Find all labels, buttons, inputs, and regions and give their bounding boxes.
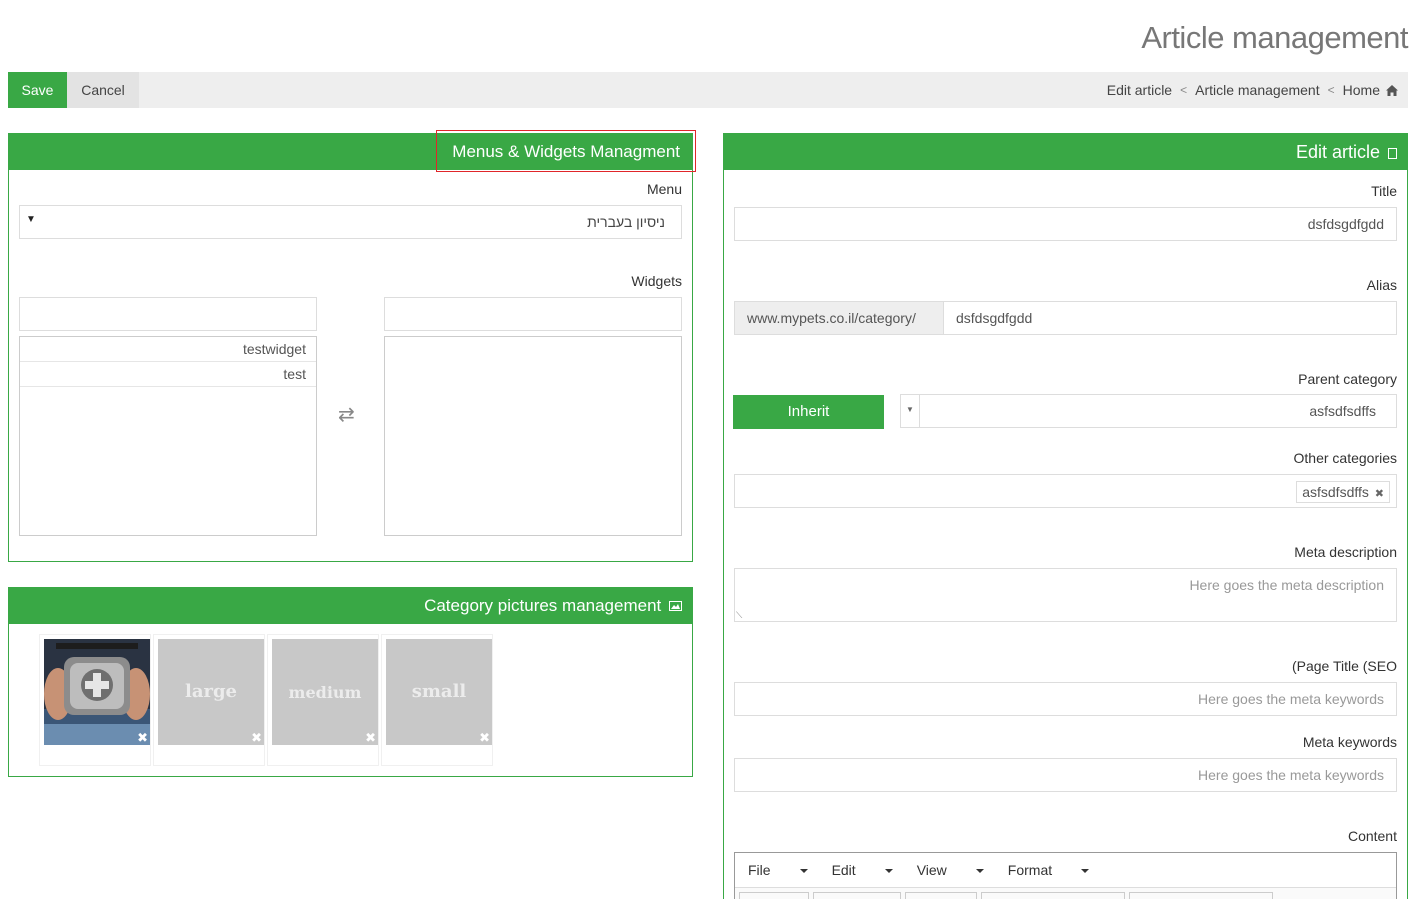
editor-menu-edit[interactable]: Edit <box>832 862 893 878</box>
editor-menu-format[interactable]: Format <box>1007 862 1090 878</box>
alias-prefix: www.mypets.co.il/category/ <box>735 302 944 334</box>
thumbnail-label: medium <box>288 683 362 702</box>
thumbnail-cell: large ✖ <box>153 634 265 766</box>
other-categories-label: Other categories <box>1293 450 1398 466</box>
save-button[interactable]: Save <box>8 72 67 108</box>
home-icon <box>1386 84 1398 96</box>
selected-widgets-filter[interactable] <box>384 297 682 331</box>
thumbnail-small[interactable]: small ✖ <box>386 639 492 745</box>
chevron-left-icon: < <box>1180 83 1188 97</box>
parent-category-value: asfsdfsdffs <box>1309 403 1376 419</box>
breadcrumb-edit-article[interactable]: Edit article <box>1107 82 1172 98</box>
meta-keywords-input[interactable]: Here goes the meta keywords <box>734 758 1397 792</box>
chevron-left-icon: < <box>1327 83 1335 97</box>
selected-widgets-list[interactable] <box>384 336 682 536</box>
toolbar-group[interactable] <box>905 892 977 899</box>
inherit-button[interactable]: Inherit <box>733 395 884 429</box>
editor-menu-view[interactable]: View <box>917 862 984 878</box>
list-item[interactable]: testwidget <box>20 337 316 362</box>
edit-article-header: Edit article <box>724 134 1407 170</box>
meta-description-textarea[interactable]: Here goes the meta description ⟍ <box>734 568 1397 622</box>
list-item[interactable]: test <box>20 362 316 387</box>
image-icon <box>669 601 682 611</box>
parent-category-label: Parent category <box>1298 371 1397 387</box>
edit-article-title: Edit article <box>1295 142 1380 162</box>
remove-icon[interactable]: ✖ <box>251 731 262 744</box>
seo-title-input[interactable]: Here goes the meta keywords <box>734 682 1397 716</box>
resize-handle-icon[interactable]: ⟍ <box>736 610 742 621</box>
highlight-box <box>436 130 696 172</box>
meta-description-label: Meta description <box>1294 544 1397 560</box>
dropdown-arrow-icon: ▼ <box>901 395 920 427</box>
document-icon <box>1388 148 1397 159</box>
meta-keywords-label: Meta keywords <box>1302 734 1397 750</box>
caret-down-icon <box>799 869 808 874</box>
category-pictures-title: Category pictures management <box>424 596 662 615</box>
breadcrumb-home[interactable]: Home <box>1343 82 1380 98</box>
content-label: Content <box>1347 828 1397 844</box>
editor-menu-label: File <box>748 862 771 878</box>
available-widgets-list[interactable]: testwidget test <box>19 336 317 536</box>
thumbnail-cell: small ✖ <box>381 634 493 766</box>
seo-title-label: (Page Title (SEO <box>1291 658 1397 674</box>
meta-description-placeholder: Here goes the meta description <box>1189 577 1384 593</box>
meta-keywords-placeholder: Here goes the meta keywords <box>1198 767 1384 783</box>
title-input[interactable]: dsfdsgdfgdd <box>734 207 1397 241</box>
toolbar-group[interactable] <box>981 892 1125 899</box>
caret-down-icon <box>1081 869 1090 874</box>
category-pictures-header: Category pictures management <box>9 588 692 624</box>
toolbar-group[interactable] <box>739 892 809 899</box>
breadcrumb: Edit article < Article management < Home <box>1107 72 1398 108</box>
alias-label: Alias <box>1366 277 1397 293</box>
widgets-label: Widgets <box>631 273 682 289</box>
alias-input-group: www.mypets.co.il/category/ dsfdsgdfgdd <box>734 301 1397 335</box>
thumbnail-label: large <box>184 681 238 702</box>
belt-buckle-photo <box>44 639 150 745</box>
category-tag: asfsdfsdffs ✖ <box>1296 481 1390 503</box>
toolbar: Save Cancel Edit article < Article manag… <box>8 72 1408 108</box>
thumbnail-cell: ✖ <box>39 634 151 766</box>
title-label: Title <box>1371 183 1397 199</box>
alias-value[interactable]: dsfdsgdfgdd <box>956 310 1032 326</box>
editor-menu-file[interactable]: File <box>748 862 808 878</box>
dropdown-arrow-icon: ▼ <box>26 214 36 225</box>
toolbar-group[interactable] <box>1129 892 1273 899</box>
thumbnail-label: small <box>411 681 467 702</box>
editor-toolbar <box>735 887 1396 899</box>
cancel-button[interactable]: Cancel <box>67 72 139 108</box>
editor-menu-label: Edit <box>831 862 856 878</box>
caret-down-icon <box>884 869 893 874</box>
remove-tag-icon[interactable]: ✖ <box>1375 488 1384 500</box>
remove-icon[interactable]: ✖ <box>137 731 148 744</box>
caret-down-icon <box>975 869 984 874</box>
category-tag-label: asfsdfsdffs <box>1302 484 1369 500</box>
toolbar-group[interactable] <box>813 892 901 899</box>
editor-menu-label: Format <box>1007 862 1053 878</box>
thumbnail-large[interactable]: large ✖ <box>158 639 264 745</box>
page-title: Article management <box>1141 20 1408 55</box>
menu-select-value: ניסיון בעברית <box>587 214 665 230</box>
parent-category-select[interactable]: ▼ asfsdfsdffs <box>900 394 1397 428</box>
editor-menubar: File Edit View Format <box>735 853 1113 887</box>
other-categories-input[interactable]: asfsdfsdffs ✖ <box>734 474 1397 508</box>
breadcrumb-article-management[interactable]: Article management <box>1195 82 1320 98</box>
remove-icon[interactable]: ✖ <box>365 731 376 744</box>
seo-title-placeholder: Here goes the meta keywords <box>1198 691 1384 707</box>
menu-select[interactable]: ▼ ניסיון בעברית <box>19 205 682 239</box>
remove-icon[interactable]: ✖ <box>479 731 490 744</box>
swap-icon[interactable]: ⇄ <box>338 402 355 427</box>
content-editor[interactable]: File Edit View Format <box>734 852 1397 899</box>
thumbnail-cell: medium ✖ <box>267 634 379 766</box>
menu-label: Menu <box>646 181 682 197</box>
editor-menu-label: View <box>916 862 947 878</box>
title-value: dsfdsgdfgdd <box>1307 216 1384 232</box>
available-widgets-filter[interactable] <box>19 297 317 331</box>
thumbnail-image[interactable]: ✖ <box>44 639 150 745</box>
thumbnail-medium[interactable]: medium ✖ <box>272 639 378 745</box>
